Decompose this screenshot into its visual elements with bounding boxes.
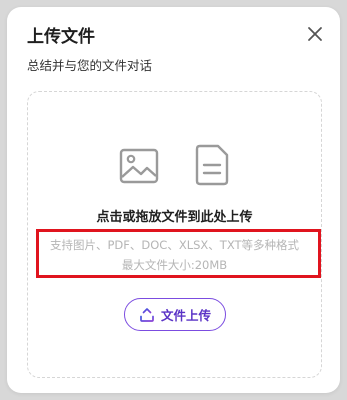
file-dropzone[interactable]: 点击或拖放文件到此处上传 支持图片、PDF、DOC、XLSX、TXT等多种格式 … (27, 91, 322, 378)
document-icon (195, 144, 229, 186)
close-icon (308, 27, 322, 41)
upload-file-modal: 上传文件 总结并与您的文件对话 点击或拖放文件到此处上传 支持图片、PDF、DO… (7, 7, 340, 393)
image-icon (119, 148, 159, 184)
modal-subtitle: 总结并与您的文件对话 (27, 58, 153, 73)
upload-file-button[interactable]: 文件上传 (124, 298, 226, 331)
modal-title: 上传文件 (27, 27, 95, 47)
dropzone-instruction: 点击或拖放文件到此处上传 (96, 210, 253, 225)
max-file-size-text: 最大文件大小:20MB (121, 258, 228, 272)
upload-icon (140, 307, 154, 322)
close-button[interactable] (304, 23, 326, 45)
upload-button-label: 文件上传 (160, 308, 211, 323)
supported-formats-text: 支持图片、PDF、DOC、XLSX、TXT等多种格式 (49, 238, 300, 252)
